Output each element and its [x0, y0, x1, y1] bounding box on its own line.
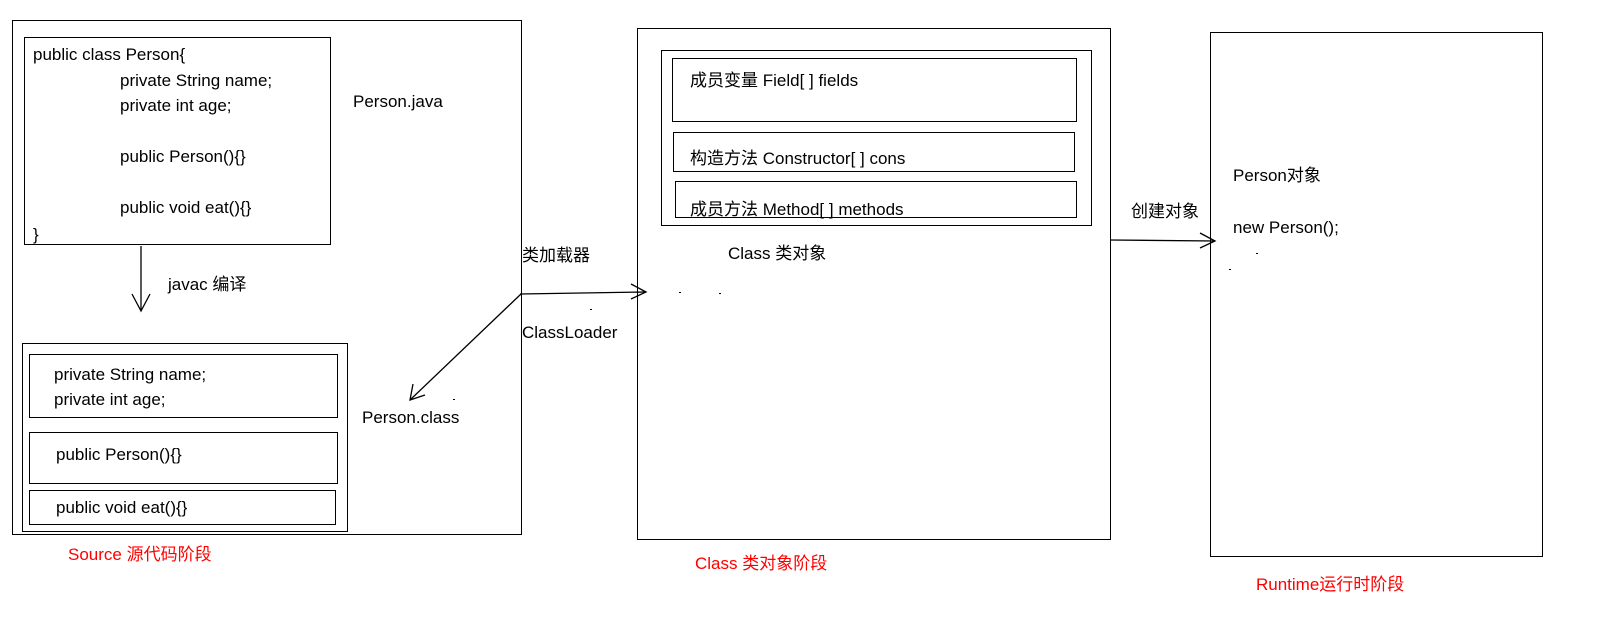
- stray-dot: [679, 292, 681, 293]
- create-object-arrow: [1109, 232, 1217, 249]
- stray-dot: [1229, 269, 1231, 270]
- stray-dot: [1256, 253, 1258, 254]
- classloader-arrow: [519, 283, 648, 300]
- compile-arrow: [131, 246, 151, 313]
- class-file-arrow: [409, 293, 522, 401]
- connector-lines: [131, 232, 1217, 401]
- stray-dot: [590, 309, 592, 310]
- stray-dot: [719, 293, 721, 294]
- stray-dot: [453, 399, 455, 400]
